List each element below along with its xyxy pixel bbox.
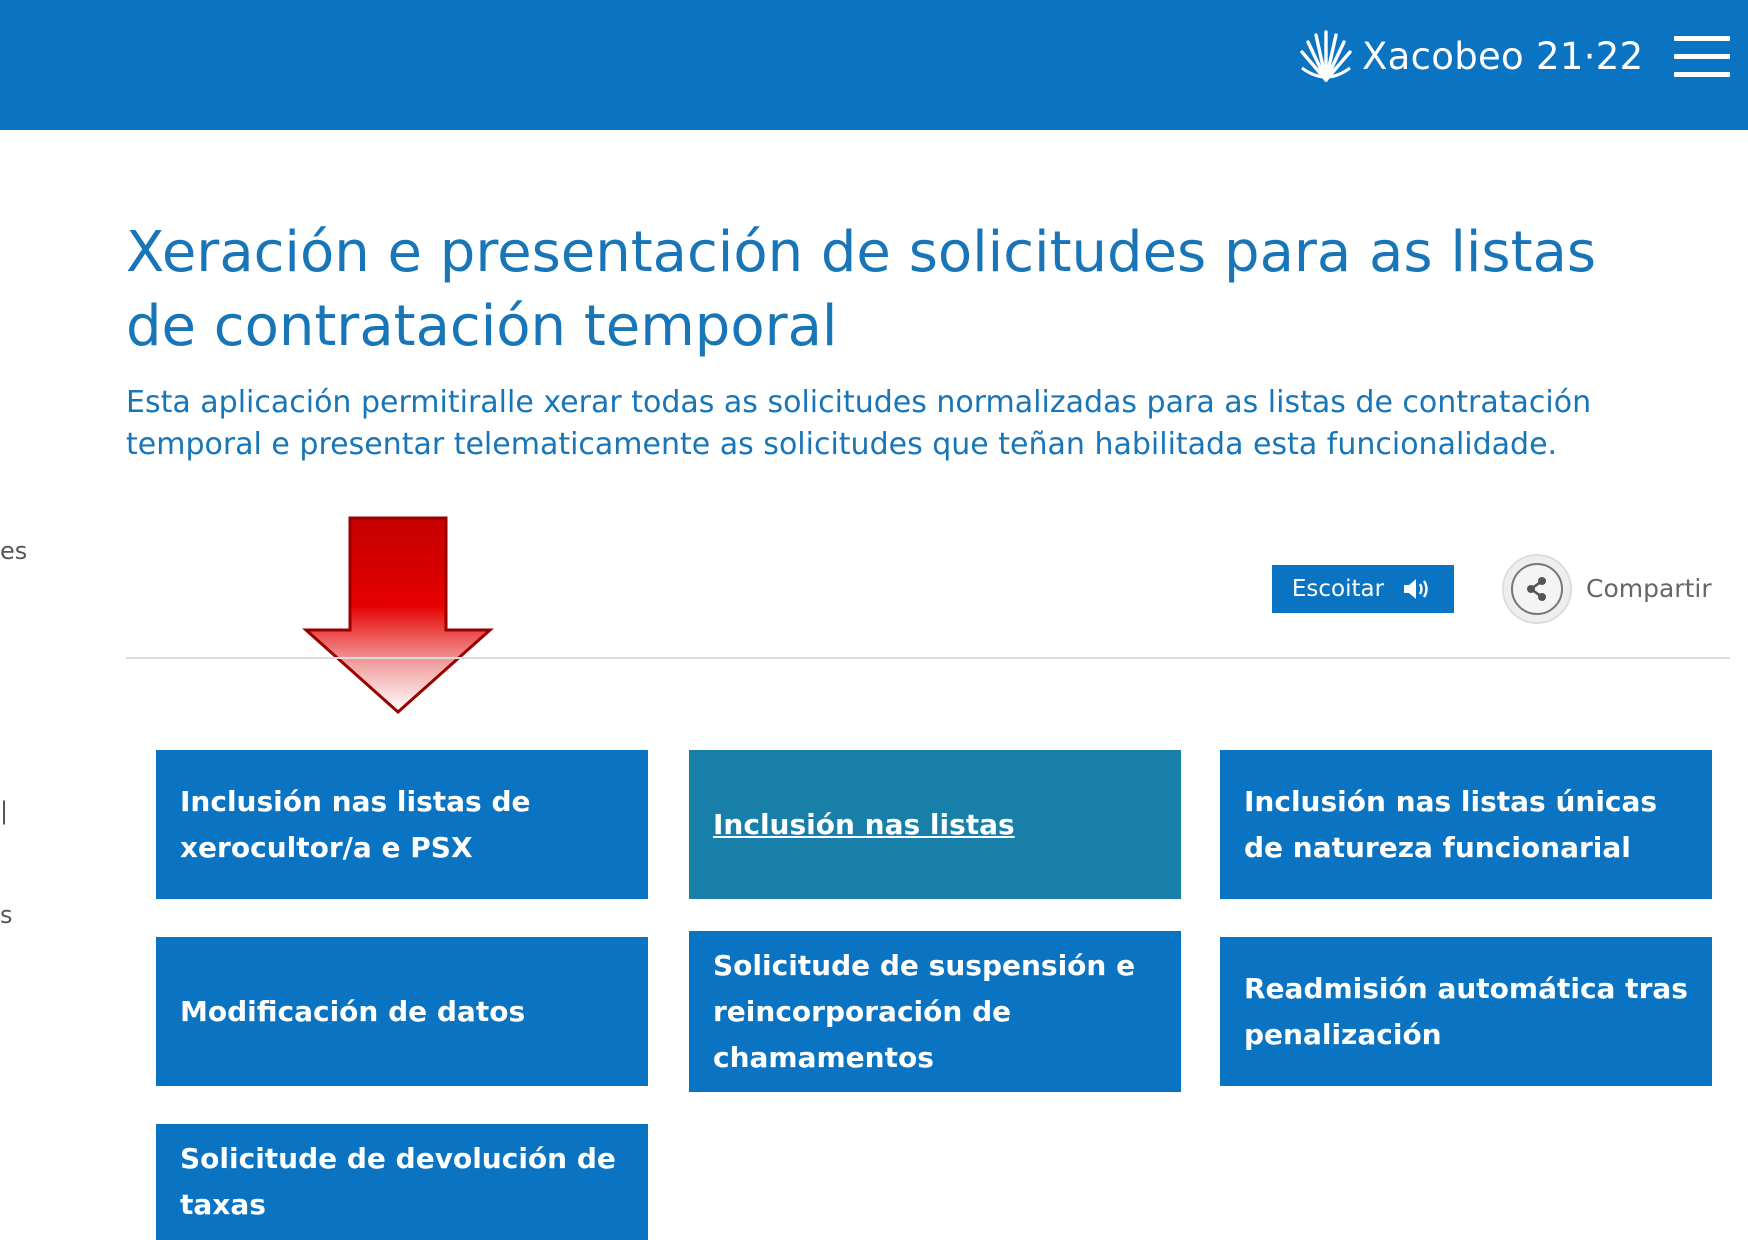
divider (126, 657, 1730, 659)
tile-suspension-reincorporacion[interactable]: Solicitude de suspensión e reincorporaci… (689, 931, 1181, 1092)
tile-inclusion-xerocultor[interactable]: Inclusión nas listas de xerocultor/a e P… (156, 750, 648, 899)
left-sidebar-fragment: es (0, 537, 28, 565)
xacobeo-logo[interactable]: Xacobeo 21·22 (1296, 24, 1643, 88)
scallop-shell-icon (1300, 30, 1352, 82)
listen-button[interactable]: Escoitar (1272, 565, 1454, 613)
page-title: Xeración e presentación de solicitudes p… (126, 220, 1597, 359)
brand-text: Xacobeo 21·22 (1362, 34, 1644, 78)
tile-readmision-automatica[interactable]: Readmisión automática tras penalización (1220, 937, 1712, 1086)
listen-label: Escoitar (1291, 576, 1385, 602)
top-header-bar: Xacobeo 21·22 (0, 0, 1748, 130)
page-description: Esta aplicación permitiralle xerar todas… (126, 385, 1592, 462)
share-label[interactable]: Compartir (1586, 574, 1712, 603)
red-down-arrow-icon (302, 516, 494, 715)
tile-inclusion-listas-unicas[interactable]: Inclusión nas listas únicas de natureza … (1220, 750, 1712, 899)
speaker-icon (1404, 579, 1428, 599)
hamburger-menu-icon[interactable] (1672, 32, 1732, 82)
share-icon (1527, 577, 1546, 601)
tile-inclusion-listas[interactable]: Inclusión nas listas (689, 750, 1181, 899)
left-sidebar-fragment: | (0, 797, 6, 825)
share-button[interactable] (1502, 554, 1572, 624)
tile-modificacion-datos[interactable]: Modificación de datos (156, 937, 648, 1086)
left-sidebar-fragment: s (0, 901, 13, 929)
tile-devolucion-taxas[interactable]: Solicitude de devolución de taxas (156, 1124, 648, 1240)
